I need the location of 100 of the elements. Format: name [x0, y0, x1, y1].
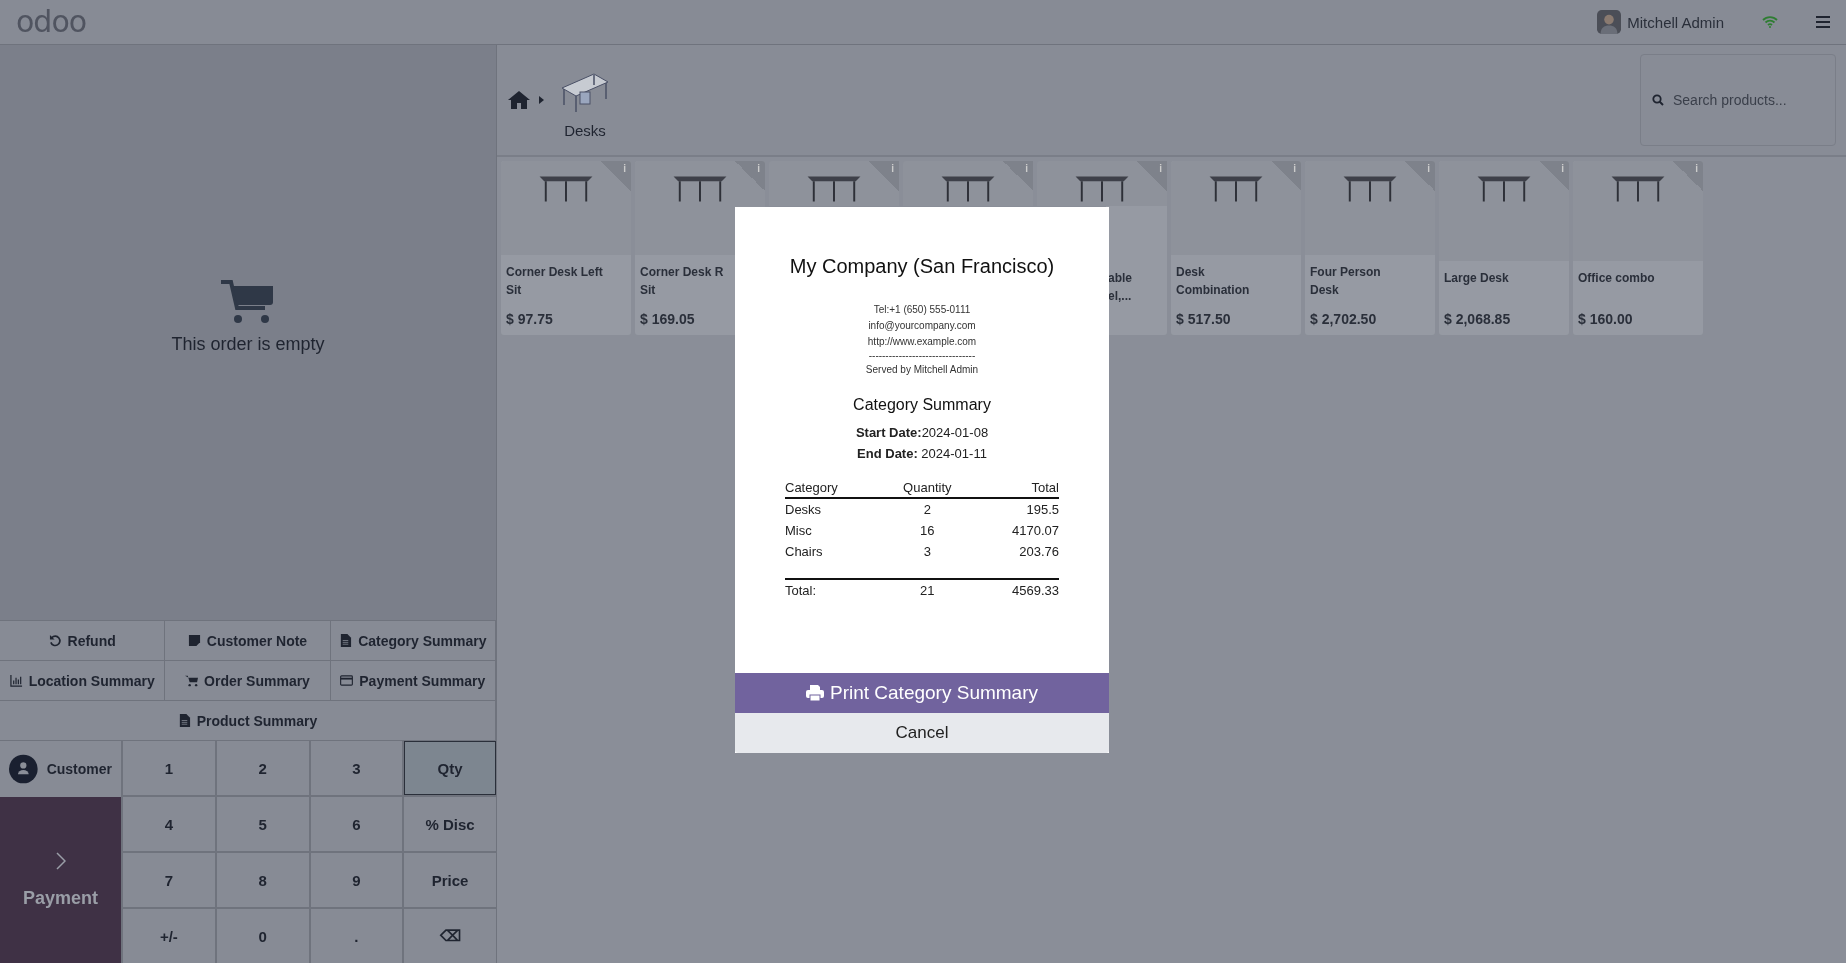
numpad-key[interactable]: 3 [310, 741, 403, 795]
product-card[interactable]: i Corner Desk Left Sit $ 97.75 [501, 161, 631, 335]
numpad-key[interactable]: 2 [216, 741, 309, 795]
product-image[interactable]: i [903, 161, 1033, 206]
table-cell-text: 4170.07 [1011, 522, 1059, 540]
product-price: $ 517.50 [1176, 311, 1232, 327]
company-name: My Company (San Francisco) [789, 255, 1055, 278]
control-button[interactable]: Customer Note [165, 621, 331, 661]
column-header: Category [785, 478, 883, 498]
search-field[interactable]: Search products... [1640, 54, 1836, 146]
search-icon [1652, 94, 1664, 106]
receipt-line: info@yourcompany.com [868, 319, 976, 333]
product-name: Corner Desk Left Sit [506, 264, 604, 299]
payment-button[interactable]: Payment [0, 797, 121, 963]
receipt-line: -------------------------------- [868, 350, 976, 362]
cancel-button[interactable]: Cancel [735, 713, 1109, 753]
numpad-key[interactable]: Price [404, 853, 496, 907]
info-button[interactable]: i [1271, 161, 1301, 191]
product-name: able el,... [1108, 270, 1133, 305]
table-cell: 195.5 [972, 498, 1059, 520]
table-cell-text: 3 [922, 543, 932, 561]
numpad-key[interactable]: 4 [123, 797, 215, 851]
product-price: $ 160.00 [1578, 311, 1634, 327]
bar-chart-icon [9, 674, 23, 687]
numpad-key[interactable]: 6 [310, 797, 403, 851]
info-button[interactable]: i [1539, 161, 1569, 191]
table-cell: 2 [882, 498, 973, 520]
empty-order-message: This order is empty [171, 334, 325, 355]
control-button[interactable]: Refund [0, 621, 166, 661]
wifi-icon [1762, 16, 1778, 28]
info-button[interactable]: i [735, 161, 765, 191]
product-name: Large Desk [1444, 270, 1510, 287]
control-button[interactable]: Order Summary [165, 661, 331, 701]
receipt-line: http://www.example.com [867, 335, 977, 349]
total-cell: 4569.33 [972, 579, 1059, 601]
numpad-key[interactable]: 5 [216, 797, 309, 851]
product-card[interactable]: able el,... [1106, 206, 1167, 335]
table-cell-text: Chairs [785, 543, 824, 561]
info-button[interactable]: i [1405, 161, 1435, 191]
product-price: $ 2,702.50 [1310, 311, 1378, 327]
category-button[interactable]: Desks [556, 61, 614, 139]
note-icon [187, 634, 201, 647]
product-name: Four Person Desk [1310, 264, 1382, 299]
menu-icon[interactable] [1816, 16, 1830, 28]
numpad-key[interactable]: Qty [404, 741, 496, 795]
info-button[interactable]: i [601, 161, 631, 191]
receipt-line: Tel:+1 (650) 555-0111 [873, 303, 971, 317]
info-button[interactable]: i [869, 161, 899, 191]
info-button[interactable]: i [1137, 161, 1167, 191]
product-name: Corner Desk R Sit [640, 264, 725, 299]
printer-icon [806, 685, 824, 701]
numpad-key[interactable]: ⌫ [404, 909, 496, 963]
table-cell: Desks [785, 498, 883, 520]
cart-icon [221, 280, 275, 324]
customer-button[interactable]: Customer [0, 741, 121, 797]
product-card[interactable]: i Office combo $ 160.00 [1573, 161, 1703, 335]
caret-right-icon [539, 96, 544, 104]
credit-card-icon [340, 674, 354, 687]
control-button[interactable]: Product Summary [0, 701, 496, 741]
total-cell: 21 [882, 579, 973, 601]
product-image[interactable]: i [769, 161, 899, 206]
summary-title: Category Summary [853, 396, 991, 414]
control-button[interactable]: Category Summary [330, 621, 496, 661]
table-cell-text: 16 [919, 522, 936, 540]
home-icon[interactable] [507, 90, 531, 110]
numpad-key[interactable]: 8 [216, 853, 309, 907]
product-price: $ 169.05 [640, 311, 696, 327]
info-button[interactable]: i [1003, 161, 1033, 191]
product-card[interactable]: i Four Person Desk $ 2,702.50 [1305, 161, 1435, 335]
print-button[interactable]: Print Category Summary [735, 673, 1109, 713]
refund-icon [48, 634, 62, 647]
date-line: Start Date:2024-01-08 [855, 424, 989, 442]
numpad-key[interactable]: +/- [123, 909, 215, 963]
numpad-key[interactable]: 9 [310, 853, 403, 907]
product-image[interactable]: i [1037, 161, 1167, 206]
product-card[interactable]: i Large Desk $ 2,068.85 [1439, 161, 1569, 335]
product-card[interactable]: i Desk Combination $ 517.50 [1171, 161, 1301, 335]
document-icon [177, 714, 191, 727]
column-header: Total [972, 478, 1059, 498]
receipt-line: Served by Mitchell Admin [865, 363, 979, 377]
product-name: Office combo [1578, 270, 1656, 287]
column-header: Quantity [882, 478, 973, 498]
info-button[interactable]: i [1673, 161, 1703, 191]
avatar-icon[interactable] [1597, 10, 1622, 34]
product-price: $ 97.75 [506, 311, 554, 327]
document-icon [339, 634, 353, 647]
numpad-key[interactable]: 1 [123, 741, 215, 795]
numpad-key[interactable]: 7 [123, 853, 215, 907]
total-cell: Total: [785, 579, 883, 601]
control-button[interactable]: Payment Summary [330, 661, 496, 701]
user-name[interactable]: Mitchell Admin [1627, 13, 1724, 31]
control-button[interactable]: Location Summary [0, 661, 166, 701]
numpad-key[interactable]: 0 [216, 909, 309, 963]
table-cell-text: Misc [785, 522, 813, 540]
numpad-key[interactable]: % Disc [404, 797, 496, 851]
cart-icon [185, 674, 199, 687]
product-name: Desk Combination [1176, 264, 1251, 299]
numpad-key[interactable]: . [310, 909, 403, 963]
user-icon [9, 753, 38, 785]
product-price: $ 2,068.85 [1444, 311, 1512, 327]
